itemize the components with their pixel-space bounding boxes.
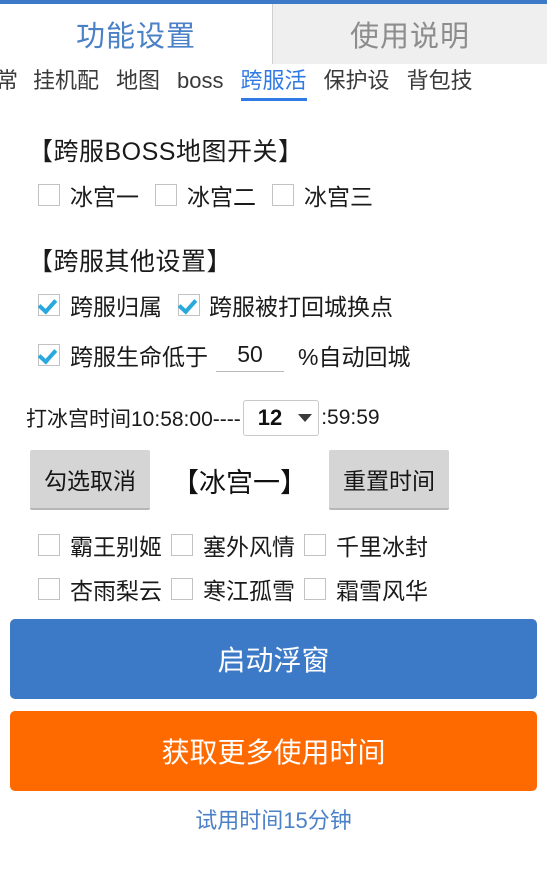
checkbox-ice-palace-3[interactable] [272,184,294,206]
checkbox-item-return-city-switch-point[interactable]: 跨服被打回城换点 [178,288,393,322]
sub-tab-afk-config[interactable]: 挂机配 [33,64,99,101]
sub-tab-boss-label: boss [177,68,224,93]
checkbox-boss-0[interactable] [38,534,60,556]
sub-tab-common[interactable]: 常 [0,64,18,101]
ice-palace-time-suffix: :59:59 [321,406,380,429]
checkbox-item-ice-palace-2[interactable]: 冰宫二 [155,178,256,212]
checkbox-label-ice-palace-3: 冰宫三 [304,184,373,210]
current-map-name: 【冰宫一】 [172,467,307,498]
sub-tab-map[interactable]: 地图 [116,64,160,101]
sub-tab-cross-server-label: 跨服活 [240,68,307,93]
checkbox-boss-2[interactable] [304,534,326,556]
checkbox-item-cross-server-ownership[interactable]: 跨服归属 [38,288,162,322]
checkbox-label-boss-3: 杏雨梨云 [70,578,162,604]
sub-tab-afk-config-label: 挂机配 [33,68,100,93]
trial-time-text: 试用时间15分钟 [195,808,352,833]
checkbox-label-ice-palace-2: 冰宫二 [187,184,256,210]
checkbox-item-boss-3[interactable]: 杏雨梨云 [38,572,171,606]
settings-content: 【跨服BOSS地图开关】 冰宫一 冰宫二 冰宫三 【跨服其他设置】 跨服归属 跨… [0,132,547,835]
checkbox-item-ice-palace-1[interactable]: 冰宫一 [38,178,139,212]
boss-checkbox-grid: 霸王别姬 塞外风情 千里冰封 杏雨梨云 寒江孤雪 霜雪风华 [0,528,547,606]
tab-instructions-label: 使用说明 [349,21,470,53]
checkbox-item-boss-4[interactable]: 寒江孤雪 [171,572,304,606]
sub-tab-protection-label: 保护设 [323,68,390,93]
reset-time-button[interactable]: 重置时间 [329,450,449,510]
tab-instructions[interactable]: 使用说明 [272,4,547,64]
sub-tab-cross-server[interactable]: 跨服活 [240,64,307,101]
hour-dropdown[interactable]: 12 [242,400,320,436]
health-threshold-input[interactable] [216,338,284,372]
main-tab-bar: 功能设置 使用说明 [0,4,547,64]
checkbox-health-auto-return[interactable] [38,344,60,366]
checkbox-boss-5[interactable] [304,578,326,600]
checkbox-label-return-city-switch-point: 跨服被打回城换点 [209,294,393,320]
sub-tab-bar: 常 挂机配 地图 boss 跨服活 保护设 背包技 [0,64,547,110]
checkbox-cross-server-ownership[interactable] [38,294,60,316]
checkbox-label-boss-5: 霜雪风华 [336,578,428,604]
checkbox-item-boss-2[interactable]: 千里冰封 [304,528,437,562]
start-float-window-button[interactable]: 启动浮窗 [10,619,537,699]
checkbox-label-health-auto-return: 跨服生命低于 [70,344,208,370]
tab-function-settings-label: 功能设置 [75,21,196,53]
checkbox-label-boss-0: 霸王别姬 [70,534,162,560]
checkbox-label-boss-2: 千里冰封 [336,534,428,560]
checkbox-label-cross-server-ownership: 跨服归属 [70,294,162,320]
sub-tab-boss[interactable]: boss [177,64,223,101]
checkbox-boss-1[interactable] [171,534,193,556]
sub-tab-map-label: 地图 [116,68,161,93]
checkbox-return-city-switch-point[interactable] [178,294,200,316]
checkbox-label-boss-4: 寒江孤雪 [203,578,295,604]
checkbox-boss-3[interactable] [38,578,60,600]
hour-dropdown-value: 12 [257,405,283,430]
get-more-time-button[interactable]: 获取更多使用时间 [10,711,537,791]
checkbox-item-boss-5[interactable]: 霜雪风华 [304,572,437,606]
other-settings-row: 跨服归属 跨服被打回城换点 [38,288,547,322]
tab-function-settings[interactable]: 功能设置 [0,4,272,64]
section-title-boss-map: 【跨服BOSS地图开关】 [28,138,304,166]
checkbox-item-boss-0[interactable]: 霸王别姬 [38,528,171,562]
sub-tab-protection[interactable]: 保护设 [324,64,390,101]
checkbox-label-boss-1: 塞外风情 [203,534,295,560]
checkbox-ice-palace-1[interactable] [38,184,60,206]
checkbox-ice-palace-2[interactable] [155,184,177,206]
boss-map-switch-row: 冰宫一 冰宫二 冰宫三 [38,178,547,212]
chevron-down-icon [298,414,313,422]
sub-tab-common-label: 常 [0,68,19,93]
boss-row-2: 杏雨梨云 寒江孤雪 霜雪风华 [38,572,547,606]
boss-row-1: 霸王别姬 塞外风情 千里冰封 [38,528,547,562]
checkbox-item-ice-palace-3[interactable]: 冰宫三 [272,178,373,212]
checkbox-label-ice-palace-1: 冰宫一 [70,184,139,210]
checkbox-boss-4[interactable] [171,578,193,600]
sub-tab-backpack-skill[interactable]: 背包技 [407,64,473,101]
checkbox-item-health-auto-return[interactable]: 跨服生命低于 [38,338,208,372]
checkbox-item-boss-1[interactable]: 塞外风情 [171,528,304,562]
action-button-row: 勾选取消 【冰宫一】 重置时间 [30,450,547,510]
health-threshold-row: 跨服生命低于 %自动回城 [38,338,547,372]
ice-palace-time-prefix: 打冰宫时间10:58:00---- [26,408,241,431]
health-threshold-suffix: %自动回城 [298,344,411,370]
sub-tab-backpack-skill-label: 背包技 [406,68,473,93]
section-title-other-settings: 【跨服其他设置】 [28,248,233,276]
toggle-select-all-button[interactable]: 勾选取消 [30,450,150,510]
ice-palace-time-row: 打冰宫时间10:58:00---- 12 :59:59 [26,400,547,436]
